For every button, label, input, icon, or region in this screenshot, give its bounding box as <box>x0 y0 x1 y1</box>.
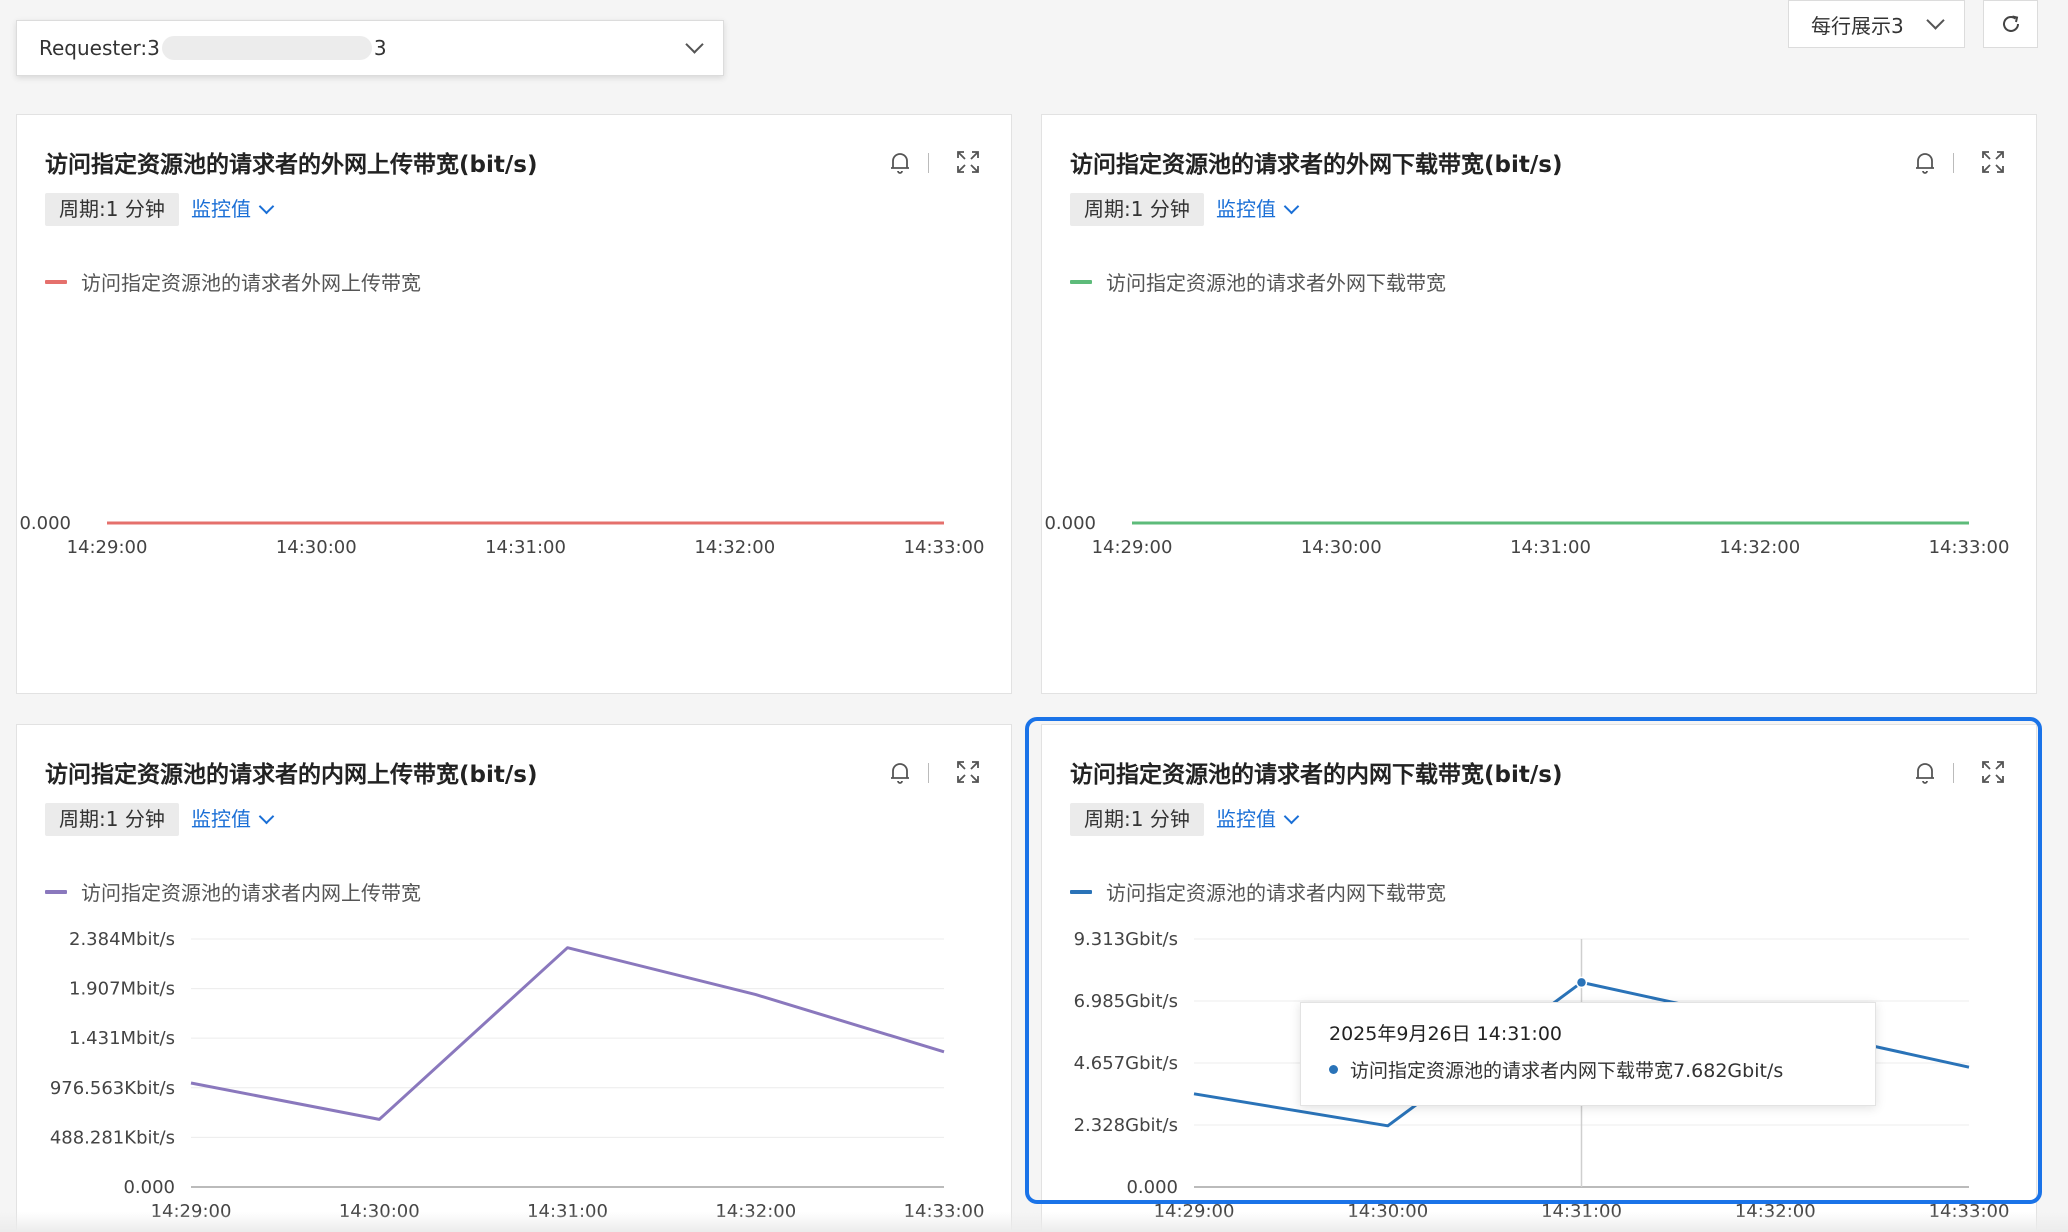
y-tick-label: 9.313Gbit/s <box>1074 929 1178 950</box>
y-tick-label: 976.563Kbit/s <box>50 1078 175 1099</box>
x-tick-label: 14:30:00 <box>1347 1201 1428 1222</box>
line-chart: 0.000 488.281Kbit/s 976.563Kbit/s 1.431Mbit… <box>50 929 985 1222</box>
tooltip-row: 访问指定资源池的请求者内网下载带宽7.682Gbit/s <box>1329 1056 1847 1083</box>
y-tick-label: 488.281Kbit/s <box>50 1127 175 1148</box>
requester-select[interactable]: Requester:3 3 <box>16 20 724 76</box>
chart-card-private-download: 访问指定资源池的请求者的内网下载带宽(bit/s) 周期:1 分钟 监控值 访问… <box>1041 724 2037 1232</box>
y-tick-label: 0.000 <box>1126 1177 1178 1198</box>
y-tick-label: 6.985Gbit/s <box>1074 991 1178 1012</box>
x-tick-label: 14:31:00 <box>485 537 566 558</box>
chart-card-private-upload: 访问指定资源池的请求者的内网上传带宽(bit/s) 周期:1 分钟 监控值 访问… <box>16 724 1012 1232</box>
tooltip-value: 7.682Gbit/s <box>1673 1060 1784 1082</box>
tooltip-time: 2025年9月26日 14:31:00 <box>1329 1023 1562 1045</box>
x-tick-label: 14:30:00 <box>1301 537 1382 558</box>
requester-select-value: Requester:3 3 <box>39 36 688 60</box>
y-tick-label: 0.000 <box>1044 513 1096 534</box>
requester-suffix: 3 <box>373 36 387 60</box>
line-chart: 0.000 2.328Gbit/s 4.657Gbit/s 6.985Gbit/s 9.… <box>1074 929 2010 1222</box>
y-tick-label: 0.000 <box>19 513 71 534</box>
y-tick-label: 1.431Mbit/s <box>69 1028 175 1049</box>
y-tick-label: 1.907Mbit/s <box>69 979 175 1000</box>
redacted-requester-id <box>161 36 372 60</box>
per-row-label: 每行展示3 <box>1811 13 1904 38</box>
x-tick-label: 14:29:00 <box>151 1201 232 1222</box>
x-tick-label: 14:30:00 <box>339 1201 420 1222</box>
x-tick-label: 14:32:00 <box>1719 537 1800 558</box>
chevron-down-icon <box>685 34 704 54</box>
x-tick-label: 14:32:00 <box>1735 1201 1816 1222</box>
x-tick-label: 14:30:00 <box>276 537 357 558</box>
requester-prefix: Requester:3 <box>39 36 160 60</box>
x-tick-label: 14:29:00 <box>1154 1201 1235 1222</box>
chart-card-public-download: 访问指定资源池的请求者的外网下载带宽(bit/s) 周期:1 分钟 监控值 访问… <box>1041 114 2037 694</box>
x-tick-label: 14:33:00 <box>904 537 985 558</box>
tooltip-series: 访问指定资源池的请求者内网下载带宽 <box>1350 1060 1674 1082</box>
y-tick-label: 2.384Mbit/s <box>69 929 175 950</box>
y-tick-label: 2.328Gbit/s <box>1074 1115 1178 1136</box>
x-tick-label: 14:29:00 <box>67 537 148 558</box>
line-chart: 0.000 14:29:00 14:30:00 14:31:00 14:32:00 14:… <box>19 513 985 558</box>
per-row-select[interactable]: 每行展示3 <box>1788 0 1965 48</box>
x-tick-label: 14:31:00 <box>1510 537 1591 558</box>
x-tick-label: 14:33:00 <box>904 1201 985 1222</box>
x-tick-label: 14:31:00 <box>1541 1201 1622 1222</box>
chevron-down-icon <box>1926 10 1945 30</box>
monitor-dashboard: Requester:3 3 每行展示3 访问指定资源池的请求者的外网上传带宽(b… <box>0 0 2068 1232</box>
x-tick-label: 14:33:00 <box>1929 1201 2010 1222</box>
series-line <box>190 946 945 1121</box>
refresh-button[interactable] <box>1983 0 2038 48</box>
refresh-icon <box>2002 15 2019 32</box>
chart-card-public-upload: 访问指定资源池的请求者的外网上传带宽(bit/s) 周期:1 分钟 监控值 访问… <box>16 114 1012 694</box>
y-tick-label: 0.000 <box>123 1177 175 1198</box>
x-tick-label: 14:32:00 <box>694 537 775 558</box>
y-tick-label: 4.657Gbit/s <box>1074 1053 1178 1074</box>
line-chart: 0.000 14:29:00 14:30:00 14:31:00 14:32:00 14:… <box>1044 513 2010 558</box>
x-tick-label: 14:31:00 <box>527 1201 608 1222</box>
tooltip-dot <box>1329 1065 1338 1074</box>
x-tick-label: 14:33:00 <box>1929 537 2010 558</box>
x-tick-label: 14:29:00 <box>1092 537 1173 558</box>
chart-tooltip: 2025年9月26日 14:31:00 访问指定资源池的请求者内网下载带宽7.6… <box>1300 1002 1876 1106</box>
hover-point <box>1575 976 1588 989</box>
x-tick-label: 14:32:00 <box>715 1201 796 1222</box>
